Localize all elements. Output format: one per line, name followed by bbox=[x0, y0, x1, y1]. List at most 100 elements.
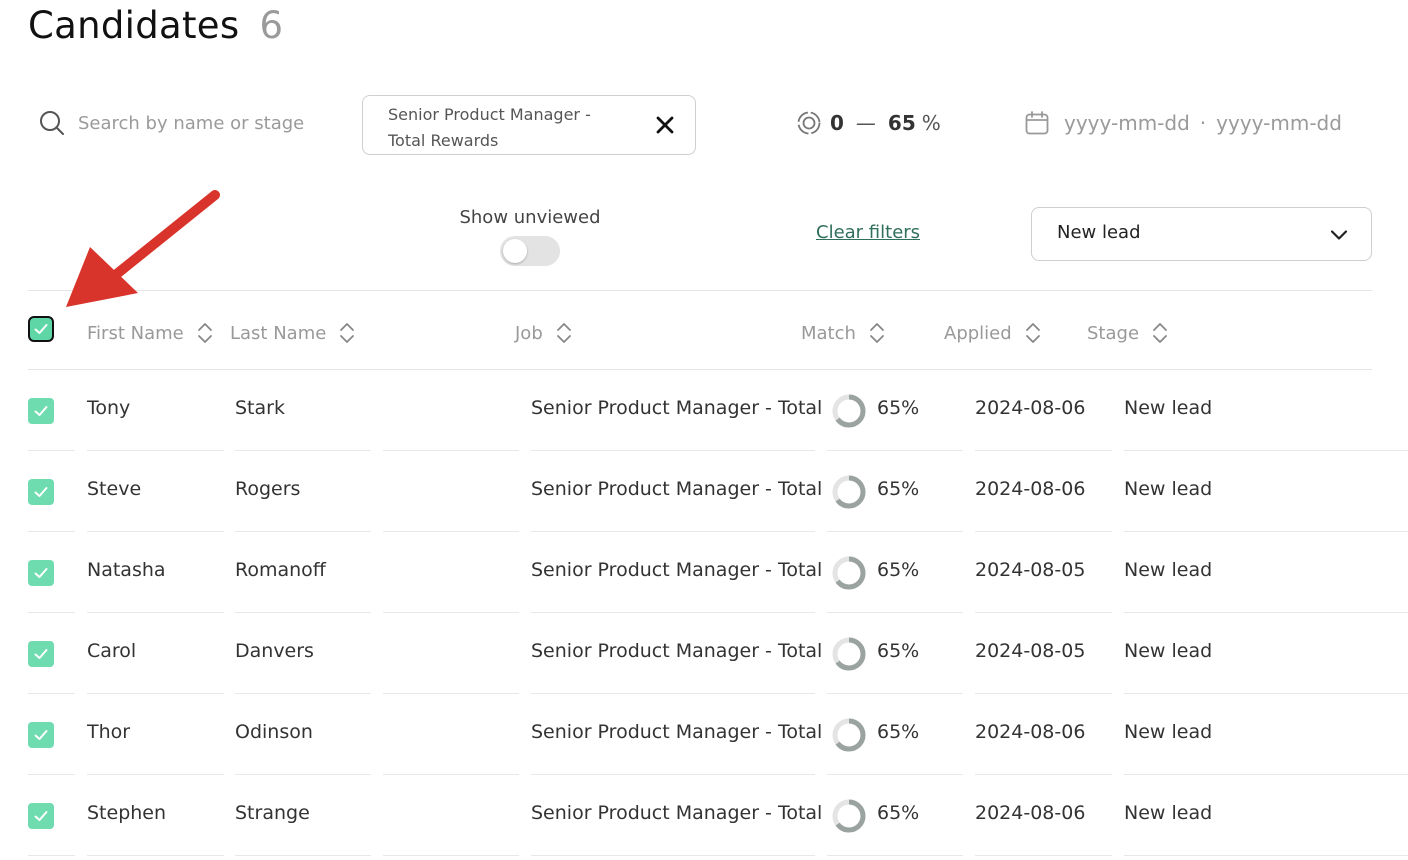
table-row[interactable]: Natasha Romanoff Senior Product Manager … bbox=[0, 532, 1408, 613]
match-range-filter[interactable]: 0 — 65 % bbox=[796, 106, 941, 140]
date-from-input[interactable]: yyyy-mm-dd bbox=[1064, 111, 1190, 135]
checkmark-icon bbox=[34, 568, 48, 578]
cell-job: Senior Product Manager - Total bbox=[531, 397, 823, 419]
chevron-down-icon bbox=[1330, 230, 1348, 240]
column-header-label: Match bbox=[801, 322, 856, 344]
cell-applied: 2024-08-05 bbox=[975, 559, 1086, 581]
cell-first-name: Thor bbox=[87, 721, 131, 743]
cell-last-name: Odinson bbox=[235, 721, 313, 743]
match-ring-icon bbox=[832, 556, 866, 590]
row-checkbox[interactable] bbox=[28, 722, 54, 748]
sort-icon[interactable] bbox=[338, 320, 356, 346]
row-checkbox[interactable] bbox=[28, 641, 54, 667]
cell-match: 65% bbox=[877, 640, 920, 662]
column-header-last-name[interactable]: Last Name bbox=[230, 318, 356, 348]
column-header-label: First Name bbox=[87, 322, 184, 344]
job-filter-label: Senior Product Manager - Total Rewards bbox=[388, 102, 638, 154]
cell-match: 65% bbox=[877, 397, 920, 419]
match-ring-icon bbox=[832, 718, 866, 752]
date-range-filter[interactable]: yyyy-mm-dd · yyyy-mm-dd bbox=[1024, 106, 1342, 140]
toggle-knob bbox=[503, 239, 527, 263]
search-bar[interactable] bbox=[38, 106, 338, 140]
search-input[interactable] bbox=[78, 112, 318, 134]
cell-stage: New lead bbox=[1124, 802, 1213, 824]
column-header-stage[interactable]: Stage bbox=[1087, 318, 1169, 348]
match-ring-icon bbox=[832, 799, 866, 833]
table-row[interactable]: Tony Stark Senior Product Manager - Tota… bbox=[0, 370, 1408, 451]
table-row[interactable]: Stephen Strange Senior Product Manager -… bbox=[0, 775, 1408, 856]
date-to-input[interactable]: yyyy-mm-dd bbox=[1216, 111, 1342, 135]
table-row[interactable]: Carol Danvers Senior Product Manager - T… bbox=[0, 613, 1408, 694]
match-range-dash: — bbox=[855, 111, 876, 135]
filters-divider bbox=[28, 290, 1372, 291]
clear-filters-link[interactable]: Clear filters bbox=[816, 222, 920, 243]
column-header-match[interactable]: Match bbox=[801, 318, 886, 348]
cell-stage: New lead bbox=[1124, 478, 1213, 500]
close-icon[interactable] bbox=[653, 113, 677, 137]
column-header-applied[interactable]: Applied bbox=[944, 318, 1042, 348]
show-unviewed-toggle[interactable] bbox=[500, 236, 560, 266]
cell-match: 65% bbox=[877, 802, 920, 824]
match-max-value[interactable]: 65 bbox=[888, 111, 916, 135]
cell-job: Senior Product Manager - Total bbox=[531, 802, 823, 824]
sort-icon[interactable] bbox=[555, 320, 573, 346]
row-divider bbox=[827, 855, 963, 856]
sort-icon[interactable] bbox=[196, 320, 214, 346]
row-divider bbox=[1124, 855, 1408, 856]
arrow-icon bbox=[66, 190, 220, 307]
cell-last-name: Strange bbox=[235, 802, 310, 824]
row-divider bbox=[975, 855, 1112, 856]
date-range-separator: · bbox=[1199, 111, 1207, 135]
cell-first-name: Stephen bbox=[87, 802, 167, 824]
column-header-label: Last Name bbox=[230, 322, 327, 344]
sort-icon[interactable] bbox=[868, 320, 886, 346]
row-checkbox[interactable] bbox=[28, 398, 54, 424]
stage-select-value: New lead bbox=[1057, 222, 1141, 243]
row-checkbox[interactable] bbox=[28, 803, 54, 829]
cell-first-name: Natasha bbox=[87, 559, 166, 581]
cell-applied: 2024-08-05 bbox=[975, 640, 1086, 662]
table-row[interactable]: Thor Odinson Senior Product Manager - To… bbox=[0, 694, 1408, 775]
calendar-icon bbox=[1025, 111, 1049, 135]
cell-last-name: Danvers bbox=[235, 640, 314, 662]
stage-select[interactable]: New lead bbox=[1031, 207, 1372, 261]
row-divider bbox=[531, 855, 815, 856]
cell-applied: 2024-08-06 bbox=[975, 802, 1086, 824]
select-all-checkbox[interactable] bbox=[28, 316, 54, 342]
row-checkbox[interactable] bbox=[28, 479, 54, 505]
sort-icon[interactable] bbox=[1151, 320, 1169, 346]
cell-job: Senior Product Manager - Total bbox=[531, 559, 823, 581]
row-divider bbox=[235, 855, 371, 856]
column-header-label: Job bbox=[515, 322, 543, 344]
column-header-label: Stage bbox=[1087, 322, 1140, 344]
search-icon bbox=[40, 111, 64, 135]
cell-first-name: Carol bbox=[87, 640, 137, 662]
cell-last-name: Romanoff bbox=[235, 559, 326, 581]
checkmark-icon bbox=[34, 649, 48, 659]
cell-stage: New lead bbox=[1124, 397, 1213, 419]
checkmark-icon bbox=[34, 811, 48, 821]
row-checkbox[interactable] bbox=[28, 560, 54, 586]
job-filter-line-1: Senior Product Manager - bbox=[388, 105, 591, 124]
target-icon bbox=[797, 111, 821, 135]
cell-job: Senior Product Manager - Total bbox=[531, 478, 823, 500]
cell-stage: New lead bbox=[1124, 559, 1213, 581]
cell-last-name: Rogers bbox=[235, 478, 301, 500]
checkmark-icon bbox=[34, 487, 48, 497]
sort-icon[interactable] bbox=[1024, 320, 1042, 346]
cell-match: 65% bbox=[877, 478, 920, 500]
cell-applied: 2024-08-06 bbox=[975, 721, 1086, 743]
column-header-first-name[interactable]: First Name bbox=[87, 318, 214, 348]
row-divider bbox=[87, 855, 224, 856]
match-min-value[interactable]: 0 bbox=[830, 111, 844, 135]
match-unit: % bbox=[921, 111, 941, 135]
job-filter-chip[interactable]: Senior Product Manager - Total Rewards bbox=[362, 95, 696, 155]
match-ring-icon bbox=[832, 475, 866, 509]
row-divider bbox=[28, 855, 75, 856]
column-header-job[interactable]: Job bbox=[515, 318, 573, 348]
cell-last-name: Stark bbox=[235, 397, 285, 419]
show-unviewed-label: Show unviewed bbox=[459, 207, 601, 228]
row-divider bbox=[383, 855, 519, 856]
cell-first-name: Tony bbox=[87, 397, 131, 419]
table-row[interactable]: Steve Rogers Senior Product Manager - To… bbox=[0, 451, 1408, 532]
